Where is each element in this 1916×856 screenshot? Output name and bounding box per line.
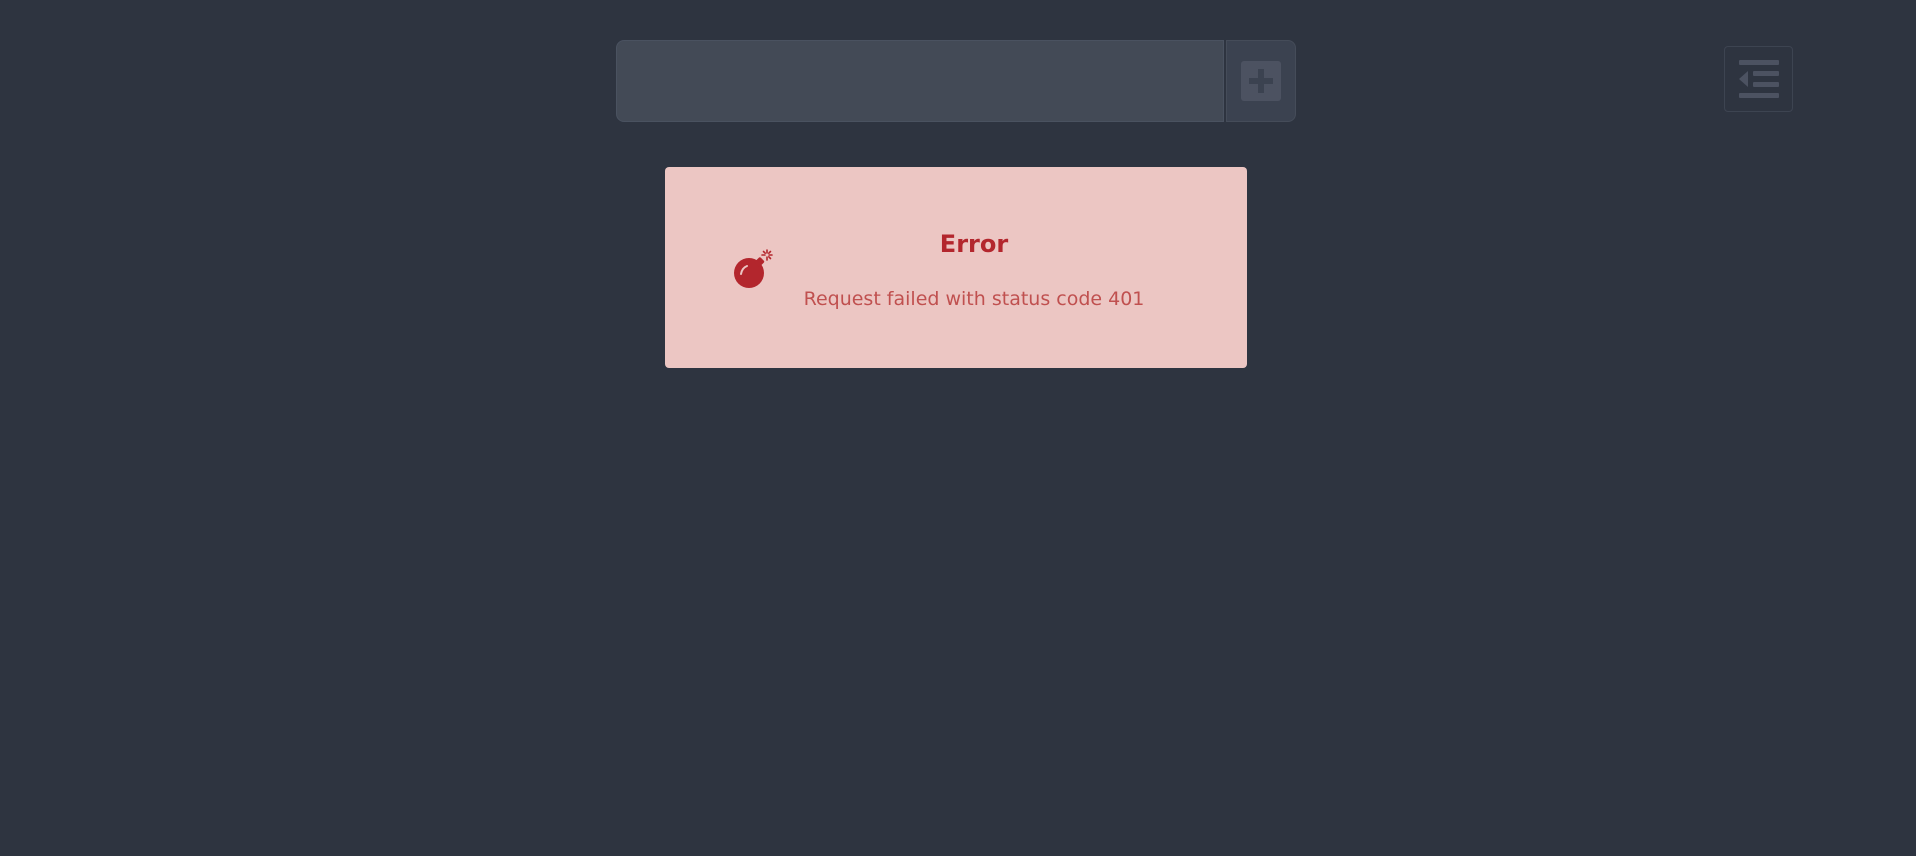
search-bar xyxy=(616,40,1296,122)
add-button[interactable] xyxy=(1226,40,1296,122)
sidebar-toggle-button[interactable] xyxy=(1724,46,1793,112)
page: Error Request failed with status code 40… xyxy=(0,0,1916,856)
plus-square-icon xyxy=(1241,61,1282,101)
outdent-icon xyxy=(1738,60,1779,98)
bomb-icon xyxy=(734,249,773,288)
search-input[interactable] xyxy=(616,40,1225,122)
error-message: Request failed with status code 401 xyxy=(803,288,1145,310)
error-title: Error xyxy=(939,230,1009,258)
